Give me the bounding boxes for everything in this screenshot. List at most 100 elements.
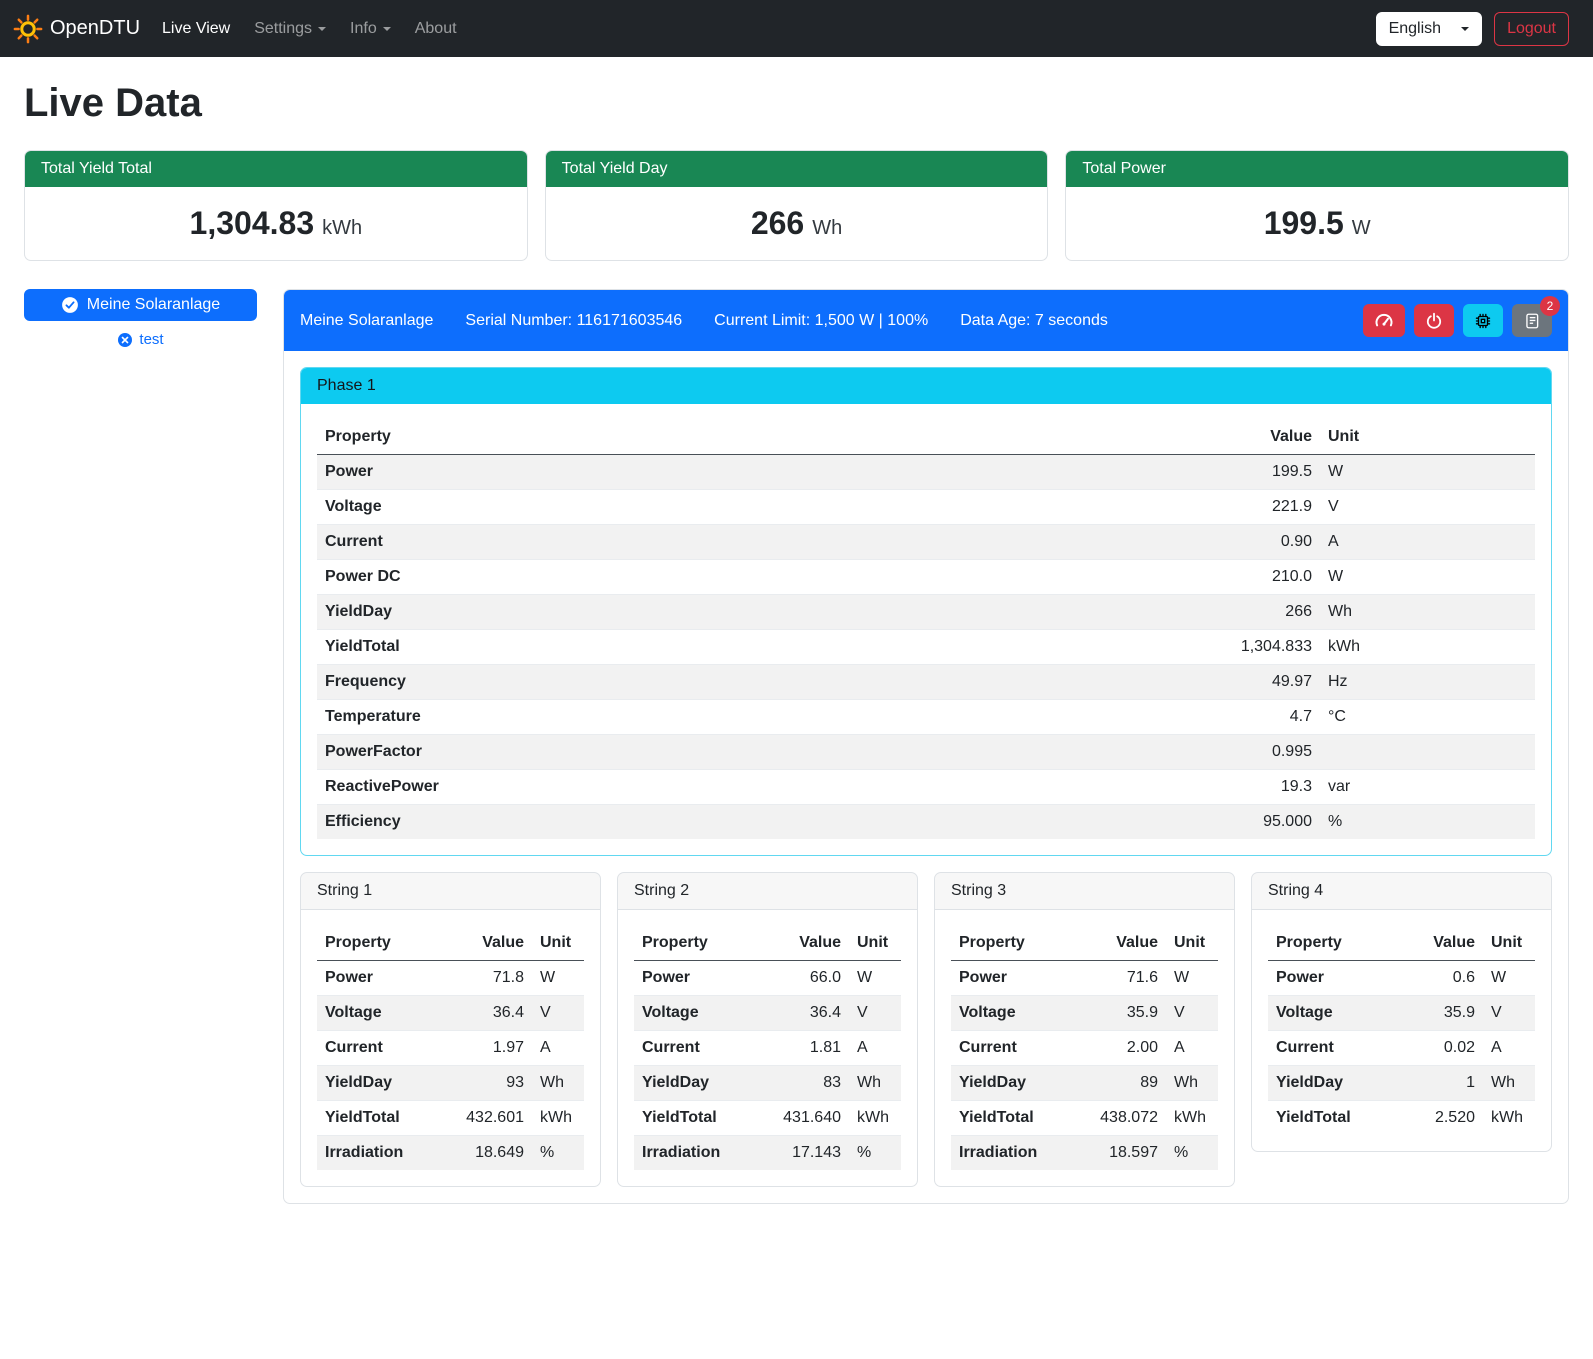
unit-cell: kWh [1166,1101,1218,1136]
string-3-table: Property Value Unit Power71.6WVoltage35.… [951,926,1218,1170]
string-card-title: String 4 [1252,873,1551,910]
phase-table: Property Value Unit Power199.5WVoltage22… [317,420,1535,839]
caret-down-icon [318,27,326,31]
unit-cell: Wh [1483,1066,1535,1101]
nav-item-info[interactable]: Info [338,12,403,46]
unit-cell: °C [1320,700,1535,735]
unit-cell: % [1320,805,1535,840]
total-yield-total-card: Total Yield Total 1,304.83kWh [24,150,528,261]
table-row: YieldDay93Wh [317,1066,584,1101]
string-1-card: String 1 Property Value Unit [300,872,601,1187]
inverter-panel-header: Meine Solaranlage Serial Number: 1161716… [284,290,1568,351]
unit-cell: % [532,1136,584,1171]
value-column-header: Value [1070,926,1166,961]
sun-icon [13,14,43,44]
value-cell: 18.597 [1070,1136,1166,1171]
table-row: Power0.6W [1268,961,1535,996]
device-info-button[interactable] [1463,304,1503,337]
card-value: 199.5 [1264,205,1344,241]
table-row: Current0.02A [1268,1031,1535,1066]
table-row: YieldDay89Wh [951,1066,1218,1101]
table-row: YieldTotal2.520kWh [1268,1101,1535,1136]
unit-cell: kWh [1483,1101,1535,1136]
unit-cell: A [1483,1031,1535,1066]
inverter-panel-body: Phase 1 Property Value Unit P [284,351,1568,1203]
event-count-badge: 2 [1540,296,1560,316]
property-cell: YieldTotal [951,1101,1070,1136]
table-row: Power71.8W [317,961,584,996]
string-card-title: String 1 [301,873,600,910]
string-card-body: Property Value Unit Power66.0WVoltage36.… [618,910,917,1170]
strings-row: String 1 Property Value Unit [300,872,1552,1187]
property-column-header: Property [634,926,753,961]
property-column-header: Property [1268,926,1387,961]
value-cell: 1.81 [753,1031,849,1066]
cpu-icon [1474,312,1492,330]
limit-settings-button[interactable] [1363,304,1405,337]
table-row: Power199.5W [317,455,1535,490]
unit-cell: var [1320,770,1535,805]
property-cell: Voltage [1268,996,1387,1031]
property-cell: YieldDay [317,1066,436,1101]
inverter-select-button[interactable]: Meine Solaranlage [24,289,257,321]
property-cell: Efficiency [317,805,1120,840]
serial-number: Serial Number: 116171603546 [465,312,682,330]
table-row: Voltage221.9V [317,490,1535,525]
navbar: OpenDTU Live View Settings Info About En… [0,0,1593,57]
table-row: Frequency49.97Hz [317,665,1535,700]
x-circle-icon [117,332,133,348]
value-cell: 1 [1387,1066,1483,1101]
inverter-item-test[interactable]: test [117,331,163,348]
property-cell: YieldTotal [634,1101,753,1136]
phase-card: Phase 1 Property Value Unit P [300,367,1552,856]
nav-item-settings[interactable]: Settings [242,12,338,46]
brand[interactable]: OpenDTU [13,14,140,44]
property-cell: YieldDay [951,1066,1070,1101]
logout-button[interactable]: Logout [1494,12,1569,46]
event-log-button[interactable]: 2 [1512,304,1552,337]
power-settings-button[interactable] [1414,304,1454,337]
property-cell: Power [1268,961,1387,996]
property-cell: Current [634,1031,753,1066]
value-cell: 1.97 [436,1031,532,1066]
unit-cell: Wh [1320,595,1535,630]
language-select[interactable]: English [1376,12,1482,46]
unit-column-header: Unit [532,926,584,961]
property-cell: YieldDay [317,595,1120,630]
property-cell: Voltage [634,996,753,1031]
property-column-header: Property [317,926,436,961]
card-value: 1,304.83 [190,205,315,241]
unit-cell: V [1320,490,1535,525]
property-cell: Current [317,1031,436,1066]
value-cell: 17.143 [753,1136,849,1171]
table-row: Voltage35.9V [1268,996,1535,1031]
property-cell: Irradiation [634,1136,753,1171]
property-cell: PowerFactor [317,735,1120,770]
property-cell: Irradiation [951,1136,1070,1171]
nav-item-live-view[interactable]: Live View [150,12,242,46]
total-power-card: Total Power 199.5W [1065,150,1569,261]
unit-cell: V [849,996,901,1031]
summary-cards: Total Yield Total 1,304.83kWh Total Yiel… [24,150,1569,261]
string-3-card: String 3 Property Value Unit [934,872,1235,1187]
property-cell: Frequency [317,665,1120,700]
string-card-body: Property Value Unit Power71.6WVoltage35.… [935,910,1234,1170]
table-row: ReactivePower19.3var [317,770,1535,805]
unit-column-header: Unit [1320,420,1535,455]
value-cell: 35.9 [1387,996,1483,1031]
value-cell: 0.02 [1387,1031,1483,1066]
nav-item-about[interactable]: About [403,12,469,46]
property-cell: Voltage [317,490,1120,525]
string-4-table: Property Value Unit Power0.6WVoltage35.9… [1268,926,1535,1135]
unit-cell: kWh [849,1101,901,1136]
unit-cell: W [1166,961,1218,996]
value-cell: 4.7 [1120,700,1320,735]
property-cell: Irradiation [317,1136,436,1171]
value-cell: 93 [436,1066,532,1101]
unit-cell: kWh [1320,630,1535,665]
table-row: Voltage35.9V [951,996,1218,1031]
unit-cell: Wh [532,1066,584,1101]
value-cell: 431.640 [753,1101,849,1136]
property-cell: Current [951,1031,1070,1066]
value-cell: 49.97 [1120,665,1320,700]
